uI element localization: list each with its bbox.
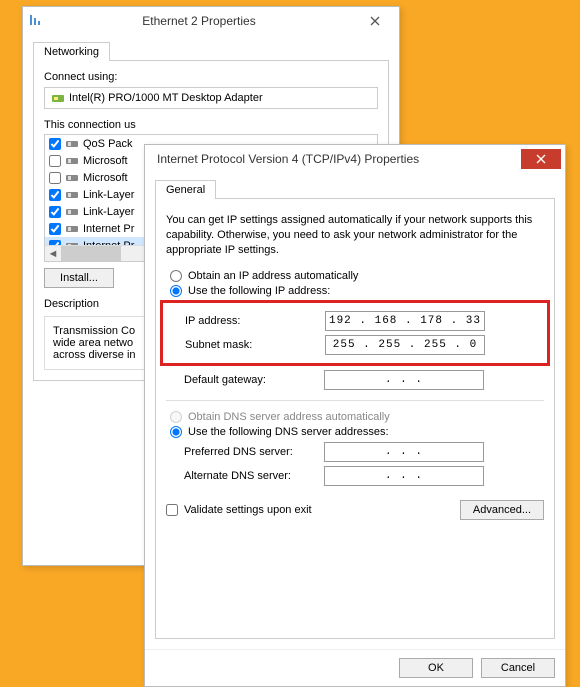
protocol-label: Microsoft <box>83 172 128 184</box>
protocol-icon <box>65 156 79 166</box>
radio-manual-ip-input[interactable] <box>170 285 182 297</box>
install-button[interactable]: Install... <box>44 268 114 288</box>
preferred-dns-input[interactable]: . . . <box>324 442 484 462</box>
tab-networking[interactable]: Networking <box>33 42 110 61</box>
protocol-label: Link-Layer <box>83 189 134 201</box>
protocol-icon <box>65 207 79 217</box>
default-gateway-input[interactable]: . . . <box>324 370 484 390</box>
preferred-dns-label: Preferred DNS server: <box>184 446 324 458</box>
protocol-checkbox[interactable] <box>49 172 61 184</box>
protocol-icon <box>65 224 79 234</box>
scroll-left-icon[interactable]: ◄ <box>45 246 61 261</box>
alternate-dns-input[interactable]: . . . <box>324 466 484 486</box>
radio-manual-ip-label: Use the following IP address: <box>188 285 330 297</box>
protocol-label: Internet Pr <box>83 223 134 235</box>
window-title: Ethernet 2 Properties <box>43 14 355 28</box>
validate-label: Validate settings upon exit <box>184 504 312 516</box>
window-title: Internet Protocol Version 4 (TCP/IPv4) P… <box>149 152 521 166</box>
validate-checkbox[interactable] <box>166 504 178 516</box>
adapter-name: Intel(R) PRO/1000 MT Desktop Adapter <box>69 92 263 104</box>
protocol-label: Microsoft <box>83 155 128 167</box>
protocol-checkbox[interactable] <box>49 223 61 235</box>
protocol-label: QoS Pack <box>83 138 133 150</box>
connect-using-label: Connect using: <box>44 71 378 83</box>
alternate-dns-label: Alternate DNS server: <box>184 470 324 482</box>
protocol-label: Link-Layer <box>83 206 134 218</box>
radio-auto-dns-label: Obtain DNS server address automatically <box>188 411 390 423</box>
radio-obtain-ip-auto[interactable]: Obtain an IP address automatically <box>170 270 544 282</box>
radio-auto-ip-label: Obtain an IP address automatically <box>188 270 358 282</box>
close-button[interactable] <box>355 11 395 31</box>
protocol-checkbox[interactable] <box>49 138 61 150</box>
ip-address-input[interactable]: 192 . 168 . 178 . 33 <box>325 311 485 331</box>
protocol-checkbox[interactable] <box>49 155 61 167</box>
protocol-checkbox[interactable] <box>49 189 61 201</box>
subnet-mask-input[interactable]: 255 . 255 . 255 . 0 <box>325 335 485 355</box>
ethernet-icon <box>27 13 43 29</box>
help-text: You can get IP settings assigned automat… <box>166 213 544 258</box>
tab-general[interactable]: General <box>155 180 216 199</box>
subnet-mask-label: Subnet mask: <box>185 339 325 351</box>
radio-use-following-ip[interactable]: Use the following IP address: <box>170 285 544 297</box>
protocol-icon <box>65 139 79 149</box>
advanced-button[interactable]: Advanced... <box>460 500 544 520</box>
close-button[interactable] <box>521 149 561 169</box>
connection-uses-label: This connection us <box>44 119 378 131</box>
adapter-field: Intel(R) PRO/1000 MT Desktop Adapter <box>44 87 378 109</box>
protocol-icon <box>65 173 79 183</box>
radio-auto-ip-input[interactable] <box>170 270 182 282</box>
ok-button[interactable]: OK <box>399 658 473 678</box>
default-gateway-label: Default gateway: <box>184 374 324 386</box>
radio-manual-dns-input[interactable] <box>170 426 182 438</box>
radio-obtain-dns-auto: Obtain DNS server address automatically <box>170 411 544 423</box>
protocol-checkbox[interactable] <box>49 206 61 218</box>
cancel-button[interactable]: Cancel <box>481 658 555 678</box>
radio-manual-dns-label: Use the following DNS server addresses: <box>188 426 389 438</box>
nic-icon <box>51 91 65 105</box>
ip-address-label: IP address: <box>185 315 325 327</box>
radio-auto-dns-input <box>170 411 182 423</box>
protocol-icon <box>65 190 79 200</box>
scroll-thumb[interactable] <box>61 246 121 261</box>
radio-use-following-dns[interactable]: Use the following DNS server addresses: <box>170 426 544 438</box>
highlighted-ip-fields: IP address: 192 . 168 . 178 . 33 Subnet … <box>160 300 550 366</box>
